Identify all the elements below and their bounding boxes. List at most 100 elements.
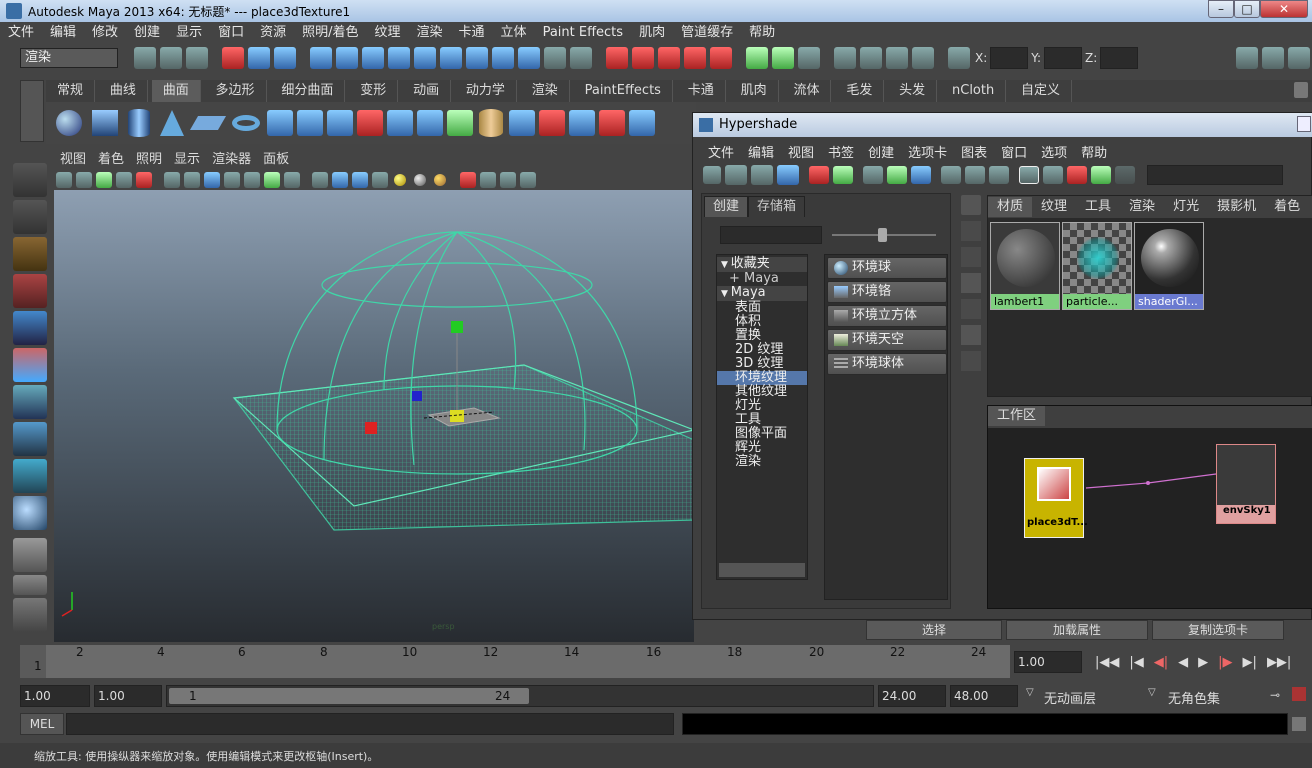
new-scene-icon[interactable] bbox=[134, 47, 156, 69]
lock-selection-icon[interactable] bbox=[544, 47, 566, 69]
minimize-button[interactable]: – bbox=[1208, 0, 1234, 18]
hypershade-minimize-button[interactable] bbox=[1297, 116, 1311, 132]
hs-next-graph-icon[interactable] bbox=[965, 166, 985, 184]
shelf-tab-custom[interactable]: 自定义 bbox=[1010, 80, 1073, 102]
hs-tab-bins[interactable]: 存储箱 bbox=[748, 196, 806, 217]
nurbs-cube-icon[interactable] bbox=[92, 110, 118, 136]
construction-history-icon[interactable] bbox=[798, 47, 820, 69]
hs-filter-field[interactable] bbox=[720, 226, 822, 244]
isolate-select-icon[interactable] bbox=[460, 172, 476, 188]
hs-show-both-tabs-icon[interactable] bbox=[777, 165, 799, 185]
char-set-dropdown[interactable]: 无角色集 bbox=[1168, 688, 1220, 707]
hs-menu-create[interactable]: 创建 bbox=[868, 142, 894, 161]
shelf-tab-painteffects[interactable]: PaintEffects bbox=[574, 80, 673, 102]
vp-menu-renderer[interactable]: 渲染器 bbox=[212, 150, 251, 170]
menu-assets[interactable]: 资源 bbox=[260, 22, 286, 44]
perspective-viewport[interactable]: persp bbox=[54, 190, 694, 642]
shelf-tab-curves[interactable]: 曲线 bbox=[99, 80, 148, 102]
hs-tab-create[interactable]: 创建 bbox=[704, 196, 749, 217]
ambient-occlusion-icon[interactable] bbox=[434, 174, 446, 186]
smooth-shade-icon[interactable] bbox=[332, 172, 348, 188]
offset-surface-icon[interactable] bbox=[599, 110, 625, 136]
tab-materials[interactable]: 材质 bbox=[988, 197, 1033, 217]
hs-previous-graph-icon[interactable] bbox=[941, 166, 961, 184]
absolute-transform-icon[interactable] bbox=[948, 47, 970, 69]
env-cube-button[interactable]: 环境立方体 bbox=[827, 305, 947, 327]
char-set-dropdown-arrow[interactable]: ▽ bbox=[1148, 687, 1156, 698]
hs-show-bottom-tabs-icon[interactable] bbox=[751, 165, 773, 185]
bevel-icon[interactable] bbox=[417, 110, 443, 136]
tree-other-textures[interactable]: 其他纹理 bbox=[717, 385, 807, 399]
maximize-button[interactable]: □ bbox=[1234, 0, 1260, 18]
gate-mask-icon[interactable] bbox=[224, 172, 240, 188]
trim-tool-icon[interactable] bbox=[539, 110, 565, 136]
shelf-tab-surfaces[interactable]: 曲面 bbox=[151, 80, 201, 102]
close-button[interactable]: ✕ bbox=[1260, 0, 1308, 18]
tree-image-planes[interactable]: 图像平面 bbox=[717, 427, 807, 441]
material-particle[interactable]: particle... bbox=[1062, 222, 1132, 310]
menu-stereo[interactable]: 立体 bbox=[501, 22, 527, 44]
safe-action-icon[interactable] bbox=[264, 172, 280, 188]
tab-rendering[interactable]: 渲染 bbox=[1120, 197, 1164, 217]
menu-set-dropdown[interactable]: 渲染 bbox=[20, 48, 118, 68]
env-ball-button[interactable]: 环境球 bbox=[827, 257, 947, 279]
anim-layer-dropdown[interactable]: 无动画层 bbox=[1044, 688, 1096, 707]
menu-modify[interactable]: 修改 bbox=[92, 22, 118, 44]
attach-surfaces-icon[interactable] bbox=[509, 110, 535, 136]
wireframe-on-shaded-icon[interactable] bbox=[352, 172, 368, 188]
tree-rendering[interactable]: 渲染 bbox=[717, 455, 807, 469]
hs-graph-materials-icon[interactable] bbox=[911, 166, 931, 184]
shelf-menu-icon[interactable] bbox=[20, 80, 44, 142]
render-current-icon[interactable] bbox=[860, 47, 882, 69]
anim-end-field[interactable]: 48.00 bbox=[950, 685, 1018, 707]
project-curve-icon[interactable] bbox=[447, 110, 473, 136]
channel-box-toggle-icon[interactable] bbox=[1288, 47, 1310, 69]
load-attributes-button[interactable]: 加载属性 bbox=[1006, 620, 1148, 640]
env-chrome-button[interactable]: 环境铬 bbox=[827, 281, 947, 303]
select-button[interactable]: 选择 bbox=[866, 620, 1002, 640]
sculpt-tool-icon[interactable] bbox=[629, 110, 655, 136]
play-forwards-icon[interactable]: ▶ bbox=[1198, 655, 1208, 670]
select-rendering-icon[interactable] bbox=[492, 47, 514, 69]
xray-icon[interactable] bbox=[480, 172, 496, 188]
hs-render-swatch-icon[interactable] bbox=[1067, 166, 1087, 184]
hs-menu-tabs[interactable]: 选项卡 bbox=[908, 142, 947, 161]
tree-env-textures[interactable]: 环境纹理 bbox=[717, 371, 807, 385]
hs-slider-handle[interactable] bbox=[878, 228, 887, 242]
current-time-field[interactable]: 1.00 bbox=[1014, 651, 1082, 673]
tab-utilities[interactable]: 工具 bbox=[1076, 197, 1120, 217]
hs-graph-input-icon[interactable] bbox=[809, 166, 829, 184]
filter-icon[interactable] bbox=[310, 47, 332, 69]
universal-manipulator-icon[interactable] bbox=[13, 385, 47, 419]
output-ops-icon[interactable] bbox=[772, 47, 794, 69]
loft-icon[interactable] bbox=[297, 110, 323, 136]
make-live-icon[interactable] bbox=[710, 47, 732, 69]
snap-point-icon[interactable] bbox=[658, 47, 680, 69]
shelf-tab-rendering[interactable]: 渲染 bbox=[521, 80, 570, 102]
ipr-render-icon[interactable] bbox=[886, 47, 908, 69]
layout-four-icon[interactable] bbox=[13, 575, 47, 595]
hs-side-icon-1[interactable] bbox=[961, 195, 981, 215]
select-curves-icon[interactable] bbox=[388, 47, 410, 69]
hs-work-area[interactable]: 工作区 place3dT... envSky1 bbox=[987, 405, 1312, 609]
tab-shading[interactable]: 着色 bbox=[1265, 197, 1309, 217]
vp-menu-panels[interactable]: 面板 bbox=[263, 150, 289, 170]
hs-show-top-tabs-icon[interactable] bbox=[725, 165, 747, 185]
auto-key-icon[interactable]: ⊸ bbox=[1270, 688, 1280, 702]
planar-icon[interactable] bbox=[327, 110, 353, 136]
menu-texturing[interactable]: 纹理 bbox=[375, 22, 401, 44]
menu-edit[interactable]: 编辑 bbox=[50, 22, 76, 44]
node-place3dtexture[interactable]: place3dT... bbox=[1024, 458, 1088, 538]
tree-favorites-maya[interactable]: + Maya bbox=[717, 272, 807, 286]
select-tool-icon[interactable] bbox=[13, 163, 47, 197]
nurbs-cylinder-icon[interactable] bbox=[128, 109, 150, 137]
select-joints-icon[interactable] bbox=[362, 47, 384, 69]
menu-window[interactable]: 窗口 bbox=[218, 22, 244, 44]
tab-lights[interactable]: 灯光 bbox=[1164, 197, 1208, 217]
tab-textures[interactable]: 纹理 bbox=[1032, 197, 1076, 217]
vp-menu-lighting[interactable]: 照明 bbox=[136, 150, 162, 170]
menu-muscle[interactable]: 肌肉 bbox=[639, 22, 665, 44]
shelf-tab-muscle[interactable]: 肌肉 bbox=[730, 80, 779, 102]
two-d-pan-icon[interactable] bbox=[136, 172, 152, 188]
vp-menu-shading[interactable]: 着色 bbox=[98, 150, 124, 170]
